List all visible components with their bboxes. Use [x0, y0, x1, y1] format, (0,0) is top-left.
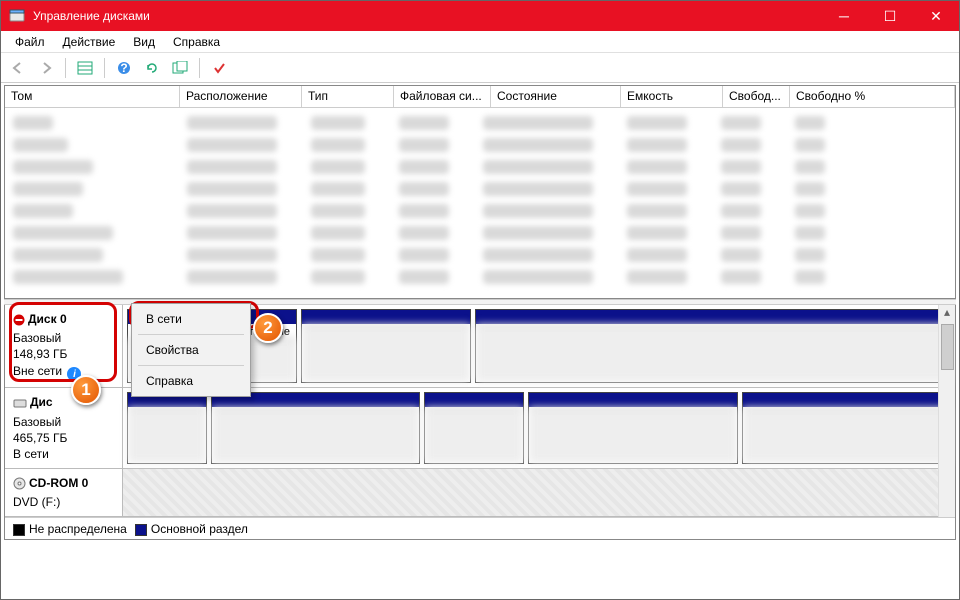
- context-menu: В сети Свойства Справка: [131, 303, 251, 397]
- close-button[interactable]: ✕: [913, 1, 959, 31]
- scroll-thumb[interactable]: [941, 324, 954, 370]
- volumes-grid: Том Расположение Тип Файловая си... Сост…: [4, 85, 956, 299]
- toolbar-separator: [65, 58, 66, 78]
- col-status[interactable]: Состояние: [491, 86, 621, 107]
- partition-stripe: [302, 310, 470, 324]
- legend-unallocated: Не распределена: [29, 522, 127, 536]
- col-fs[interactable]: Файловая си...: [394, 86, 491, 107]
- disk-icon: [13, 397, 27, 413]
- forward-button: [35, 57, 57, 79]
- col-freepct[interactable]: Свободно %: [790, 86, 955, 107]
- titlebar: Управление дисками ─ ☐ ✕: [1, 1, 959, 31]
- cdrom-name: CD-ROM 0: [29, 476, 88, 490]
- col-layout[interactable]: Расположение: [180, 86, 302, 107]
- menu-help[interactable]: Справка: [165, 33, 228, 51]
- maximize-button[interactable]: ☐: [867, 1, 913, 31]
- col-capacity[interactable]: Емкость: [621, 86, 723, 107]
- disk0-size: 148,93 ГБ: [13, 347, 67, 361]
- disk0-type: Базовый: [13, 331, 61, 345]
- vertical-scrollbar[interactable]: ▴: [938, 305, 955, 517]
- annotation-badge-1: 1: [71, 375, 101, 405]
- menu-separator: [138, 334, 244, 335]
- ctx-properties[interactable]: Свойства: [134, 338, 248, 362]
- disk1-name: Дис: [30, 395, 53, 409]
- cdrom-icon: [13, 477, 26, 494]
- window-title: Управление дисками: [33, 9, 821, 23]
- disk0-part-3[interactable]: [475, 309, 951, 383]
- toolbar-separator: [199, 58, 200, 78]
- disk1-part-3[interactable]: [424, 392, 524, 464]
- disk0-part-2[interactable]: [301, 309, 471, 383]
- cdrom-partitions: [123, 469, 955, 516]
- disk0-header[interactable]: Диск 0 Базовый 148,93 ГБ Вне сети i: [5, 305, 123, 387]
- disk0-name: Диск 0: [28, 312, 67, 326]
- disk1-part-1[interactable]: [127, 392, 207, 464]
- toolbar-separator: [104, 58, 105, 78]
- ctx-help[interactable]: Справка: [134, 369, 248, 393]
- disk1-part-2[interactable]: [211, 392, 420, 464]
- disk1-type: Базовый: [13, 415, 61, 429]
- swatch-primary: [135, 524, 147, 536]
- menu-view[interactable]: Вид: [125, 33, 163, 51]
- menu-action[interactable]: Действие: [55, 33, 124, 51]
- disk1-status: В сети: [13, 447, 49, 461]
- disk1-partitions: [123, 388, 955, 468]
- disk0-status: Вне сети: [13, 364, 62, 378]
- disk1-part-5[interactable]: [742, 392, 951, 464]
- disk1-header[interactable]: Дис Базовый 465,75 ГБ В сети: [5, 388, 123, 468]
- cdrom-sub: DVD (F:): [13, 495, 60, 509]
- grid-body[interactable]: [5, 108, 955, 298]
- col-type[interactable]: Тип: [302, 86, 394, 107]
- error-icon: [13, 314, 25, 330]
- refresh-button[interactable]: [141, 57, 163, 79]
- disk1-size: 465,75 ГБ: [13, 431, 67, 445]
- disk-row-cdrom[interactable]: CD-ROM 0 DVD (F:): [5, 469, 955, 517]
- partition-stripe: [476, 310, 950, 324]
- legend-primary: Основной раздел: [151, 522, 248, 536]
- action-button[interactable]: [208, 57, 230, 79]
- volumes-view-button[interactable]: [74, 57, 96, 79]
- menubar: Файл Действие Вид Справка: [1, 31, 959, 53]
- legend: Не распределена Основной раздел: [5, 517, 955, 539]
- rescan-button[interactable]: [169, 57, 191, 79]
- scroll-up-icon[interactable]: ▴: [939, 305, 955, 322]
- col-free[interactable]: Свобод...: [723, 86, 790, 107]
- col-volume[interactable]: Том: [5, 86, 180, 107]
- minimize-button[interactable]: ─: [821, 1, 867, 31]
- back-button: [7, 57, 29, 79]
- menu-file[interactable]: Файл: [7, 33, 53, 51]
- disk-row-1[interactable]: Дис Базовый 465,75 ГБ В сети: [5, 388, 955, 469]
- cdrom-header[interactable]: CD-ROM 0 DVD (F:): [5, 469, 123, 516]
- annotation-badge-2: 2: [253, 313, 283, 343]
- grid-header: Том Расположение Тип Файловая си... Сост…: [5, 86, 955, 108]
- menu-separator: [138, 365, 244, 366]
- help-button[interactable]: ?: [113, 57, 135, 79]
- app-icon: [9, 8, 25, 24]
- disk1-part-4[interactable]: [528, 392, 737, 464]
- svg-text:?: ?: [120, 61, 127, 75]
- swatch-unallocated: [13, 524, 25, 536]
- toolbar: ?: [1, 53, 959, 83]
- ctx-online[interactable]: В сети: [134, 307, 248, 331]
